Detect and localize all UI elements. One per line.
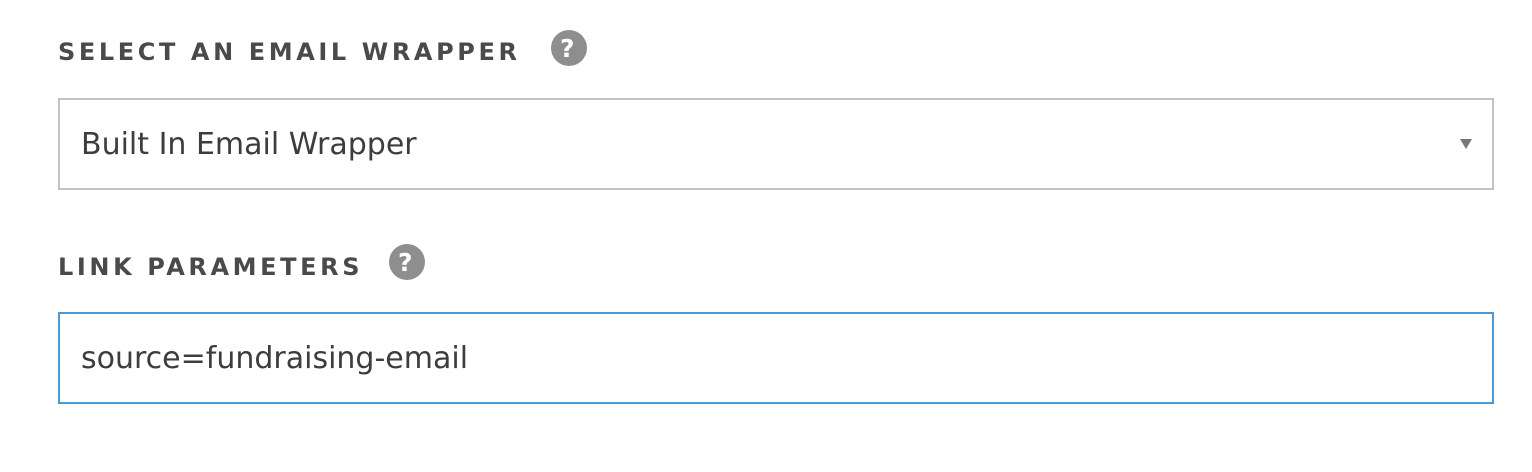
svg-text:?: ?	[559, 34, 577, 63]
link-parameters-label-row: LINK PARAMETERS ?	[58, 244, 426, 281]
link-parameters-label: LINK PARAMETERS	[58, 253, 364, 281]
link-parameters-help-icon[interactable]: ?	[389, 244, 426, 280]
email-wrapper-select[interactable]: Built In Email Wrapper	[58, 98, 1494, 190]
email-wrapper-label: SELECT AN EMAIL WRAPPER	[58, 38, 521, 66]
email-wrapper-help-icon[interactable]: ?	[550, 30, 587, 66]
email-wrapper-label-row: SELECT AN EMAIL WRAPPER ?	[58, 30, 587, 66]
svg-text:?: ?	[398, 248, 416, 277]
link-parameters-input[interactable]	[58, 312, 1494, 404]
email-wrapper-selected-value: Built In Email Wrapper	[81, 126, 417, 162]
caret-down-icon	[1460, 139, 1472, 149]
